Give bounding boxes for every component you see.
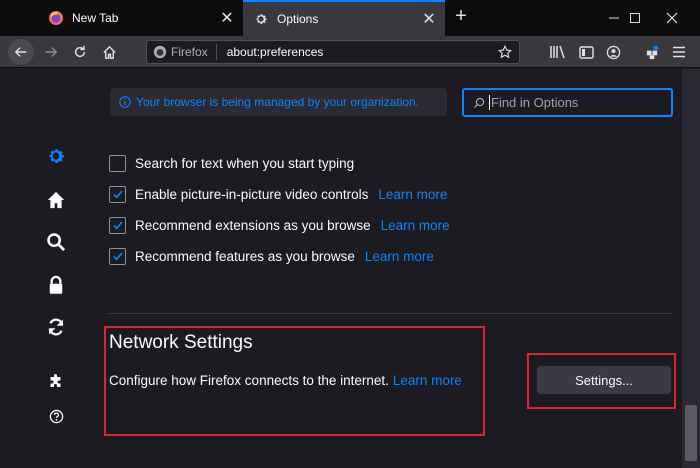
tab-options[interactable]: Options ✕ [243, 0, 445, 36]
category-home-icon[interactable] [44, 188, 68, 212]
learn-more-link[interactable]: Learn more [381, 218, 450, 233]
category-privacy-lock-icon[interactable] [44, 273, 68, 297]
account-icon[interactable] [601, 40, 625, 64]
identity-box[interactable]: Firefox [147, 44, 217, 60]
learn-more-link[interactable]: Learn more [378, 187, 447, 202]
policies-notice-text[interactable]: Your browser is being managed by your or… [136, 95, 419, 109]
forward-arrow-icon[interactable] [39, 40, 63, 64]
section-divider [109, 313, 672, 314]
identity-label: Firefox [171, 45, 208, 59]
pref-label[interactable]: Recommend extensions as you browse [135, 218, 371, 233]
info-icon [118, 95, 132, 109]
firefox-icon [153, 45, 167, 59]
find-in-options-input[interactable]: Find in Options [462, 88, 673, 117]
bookmark-star-icon[interactable] [495, 45, 515, 59]
scrollbar-thumb[interactable] [685, 405, 697, 461]
tab-label: Options [277, 12, 319, 26]
reload-icon[interactable] [68, 40, 92, 64]
checkmark-icon [112, 252, 123, 261]
highlight-box-network-section [104, 326, 485, 436]
text-cursor [489, 95, 490, 110]
search-placeholder: Find in Options [491, 95, 579, 110]
close-tab-icon[interactable]: ✕ [217, 8, 237, 28]
checkmark-icon [112, 190, 123, 199]
home-icon[interactable] [97, 40, 121, 64]
pref-label[interactable]: Search for text when you start typing [135, 156, 354, 171]
sidebar-icon[interactable] [574, 40, 598, 64]
policies-notice[interactable]: Your browser is being managed by your or… [110, 88, 447, 116]
extensions-puzzle-icon[interactable] [44, 370, 68, 394]
pref-recommend-extensions[interactable]: Recommend extensions as you browse Learn… [109, 214, 450, 236]
extensions-puzzle-icon[interactable] [640, 40, 664, 64]
category-search-icon[interactable] [44, 230, 68, 254]
back-arrow-icon[interactable] [8, 39, 34, 65]
url-text[interactable]: about:preferences [217, 45, 495, 59]
pref-picture-in-picture[interactable]: Enable picture-in-picture video controls… [109, 183, 447, 205]
new-tab-plus-icon[interactable]: + [450, 6, 472, 28]
pref-label[interactable]: Enable picture-in-picture video controls [135, 187, 368, 202]
tab-label: New Tab [72, 11, 119, 25]
category-general-gear-icon[interactable] [44, 144, 68, 168]
category-sync-icon[interactable] [44, 315, 68, 339]
pref-label[interactable]: Recommend features as you browse [135, 249, 355, 264]
highlight-box-settings-button [527, 353, 676, 409]
close-tab-icon[interactable]: ✕ [419, 9, 439, 29]
library-icon[interactable] [546, 40, 570, 64]
tab-new-tab[interactable]: New Tab ✕ [38, 0, 243, 36]
firefox-icon [48, 10, 64, 26]
search-icon [471, 97, 487, 109]
checkmark-icon [112, 221, 123, 230]
maximize-icon[interactable] [617, 0, 652, 36]
pref-search-while-typing[interactable]: Search for text when you start typing [109, 152, 354, 174]
checkbox[interactable] [109, 154, 126, 172]
learn-more-link[interactable]: Learn more [365, 249, 434, 264]
window-close-icon[interactable] [654, 0, 689, 36]
help-icon[interactable] [44, 404, 68, 428]
gear-icon [253, 11, 269, 27]
address-bar[interactable]: Firefox about:preferences [146, 40, 520, 64]
checkbox-checked[interactable] [109, 185, 126, 203]
pref-recommend-features[interactable]: Recommend features as you browse Learn m… [109, 245, 434, 267]
checkbox-checked[interactable] [109, 216, 126, 234]
checkbox-checked[interactable] [109, 247, 126, 265]
hamburger-menu-icon[interactable] [667, 40, 691, 64]
